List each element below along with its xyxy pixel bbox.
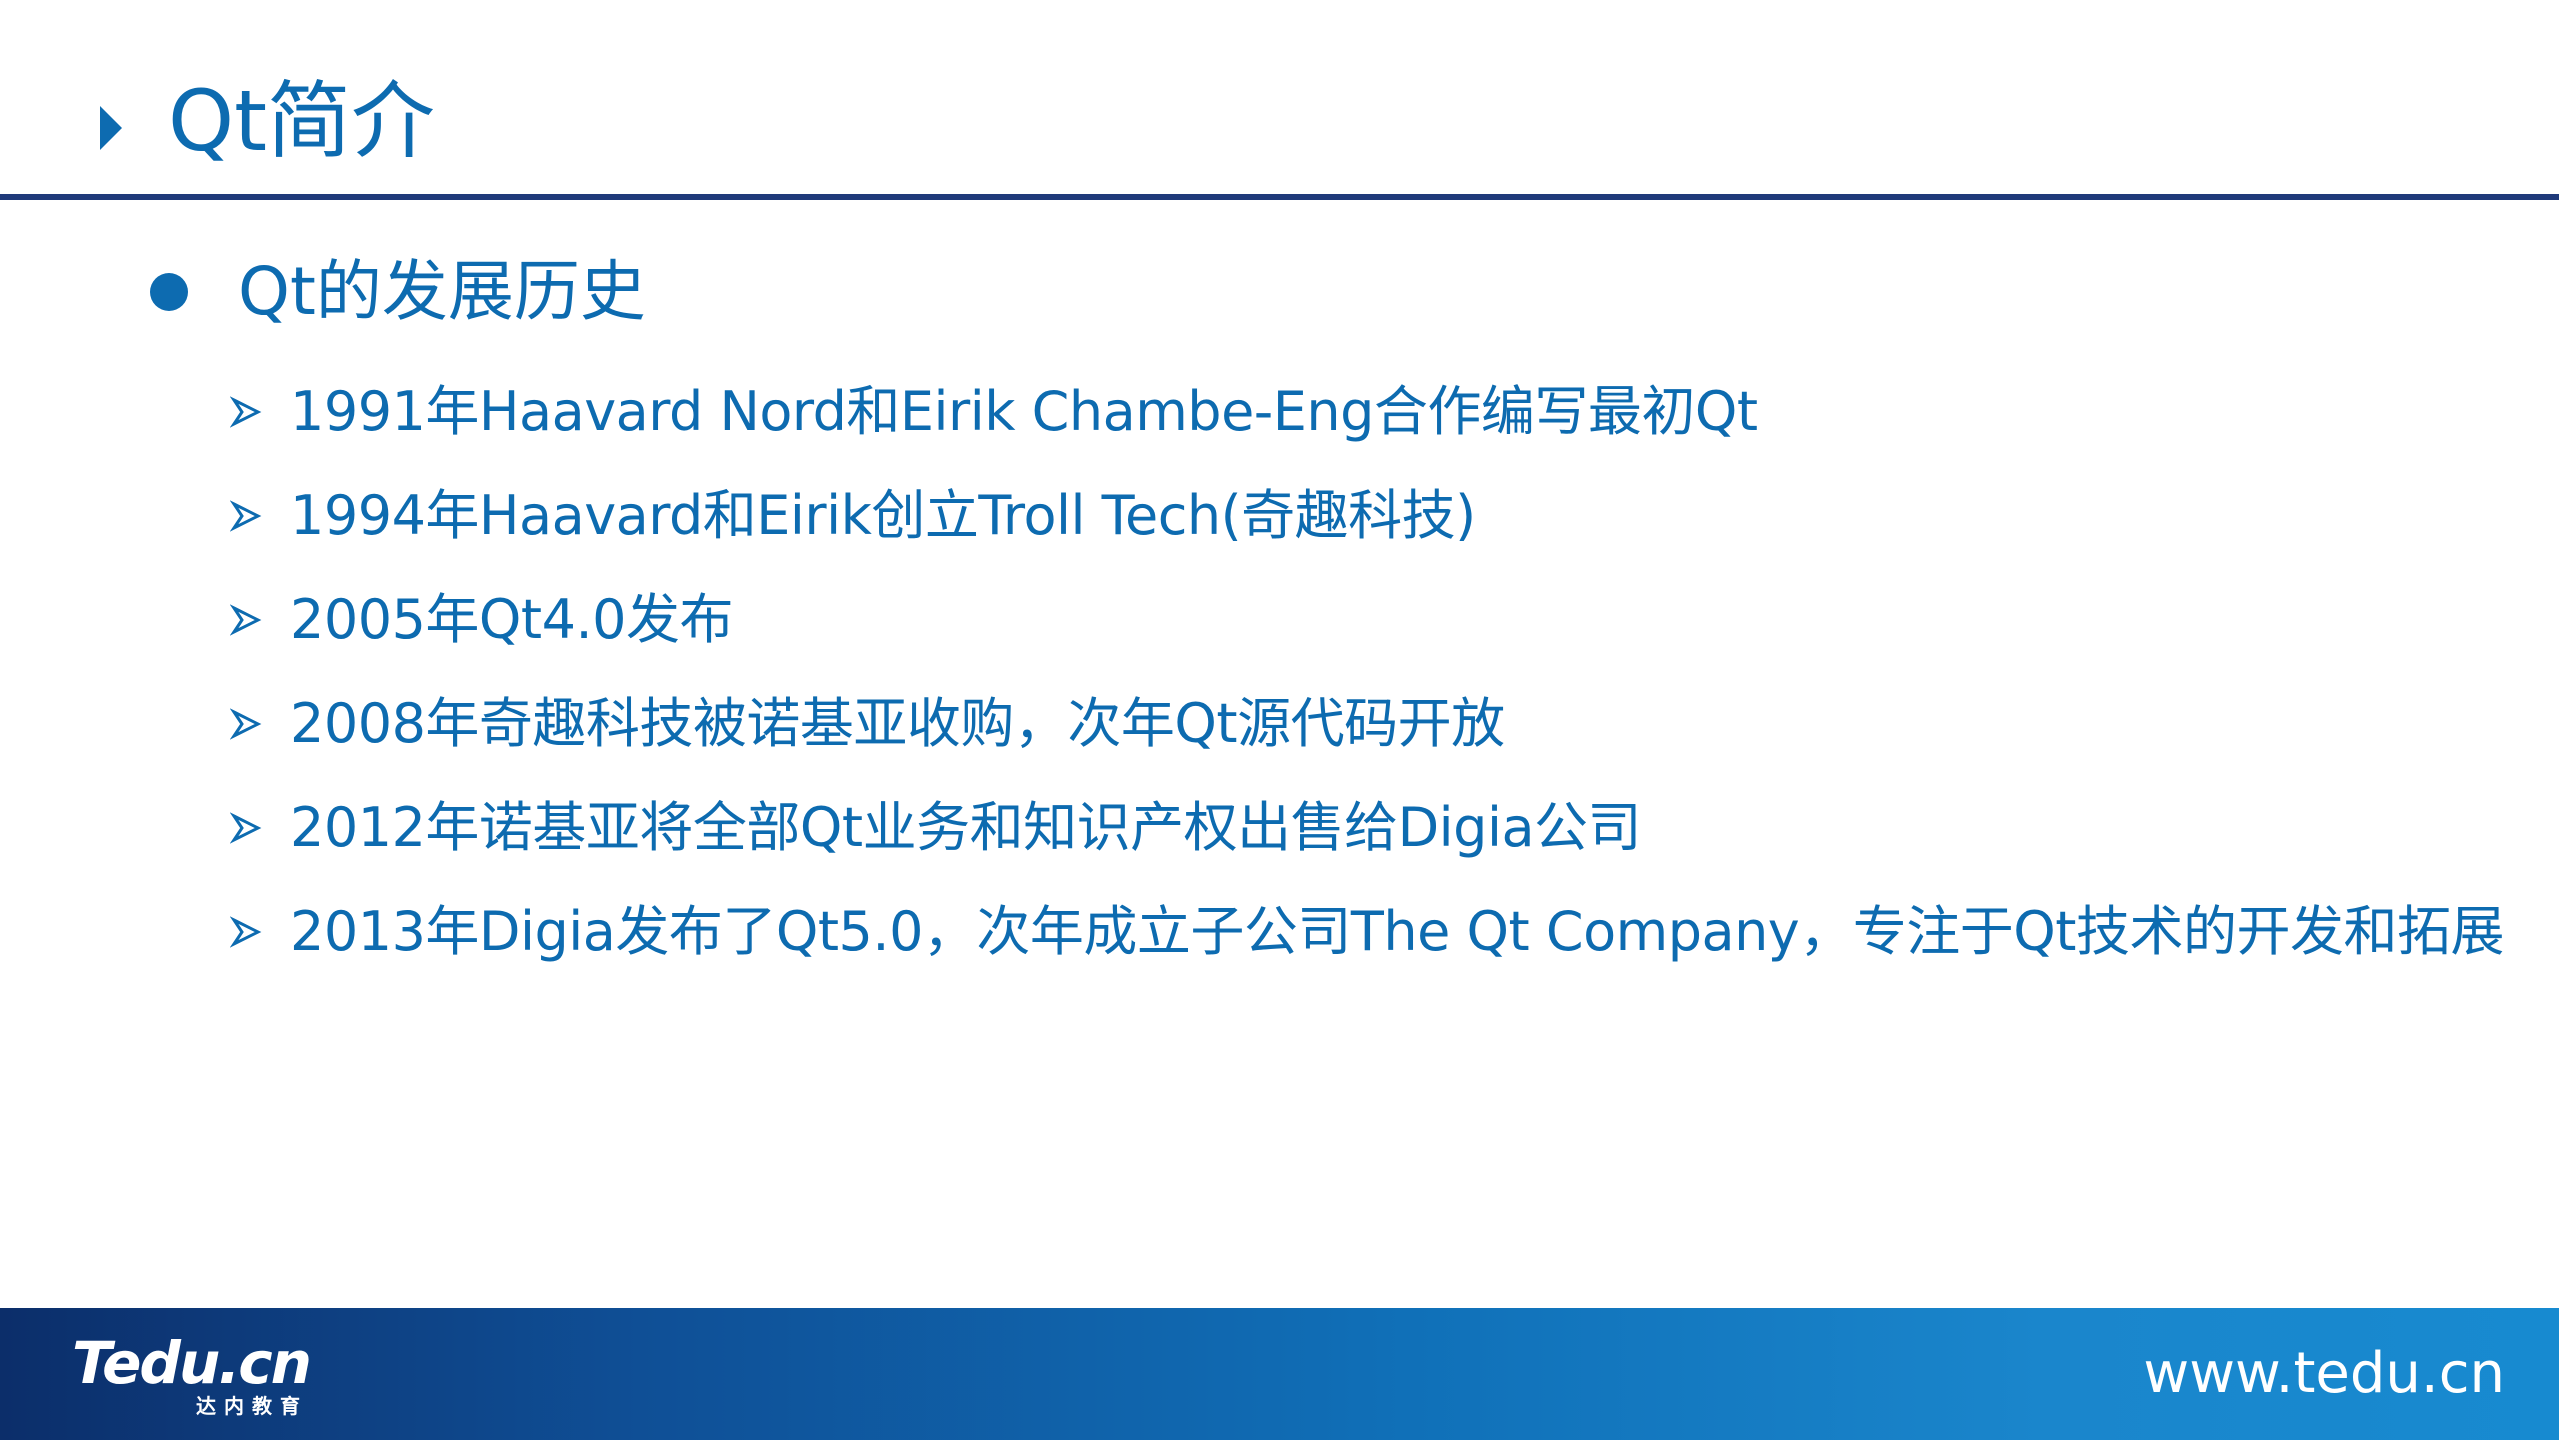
list-item-text: 1994年Haavard和Eirik创立Troll Tech(奇趣科技) xyxy=(290,484,1476,547)
logo-subtitle: 达内教育 xyxy=(196,1394,308,1418)
logo-wordmark: Tedu.cn xyxy=(72,1329,312,1397)
arrowhead-bullet-icon xyxy=(230,500,262,532)
footer-bar: Tedu.cn 达内教育 www.tedu.cn xyxy=(0,1308,2559,1440)
arrowhead-bullet-icon xyxy=(230,396,262,428)
section-heading: Qt的发展历史 xyxy=(238,253,646,330)
list-item: 1991年Haavard Nord和Eirik Chambe-Eng合作编写最初… xyxy=(230,360,2530,464)
filled-circle-icon xyxy=(150,273,188,311)
title-bar: Qt简介 xyxy=(0,0,2559,200)
arrowhead-bullet-icon xyxy=(230,708,262,740)
list-item: 2005年Qt4.0发布 xyxy=(230,568,2530,672)
arrowhead-bullet-icon xyxy=(230,812,262,844)
tedu-logo: Tedu.cn 达内教育 xyxy=(72,1330,332,1430)
title-divider xyxy=(0,194,2559,200)
list-item-text: 1991年Haavard Nord和Eirik Chambe-Eng合作编写最初… xyxy=(290,380,1758,443)
section-heading-row: Qt的发展历史 xyxy=(150,252,646,332)
list-item-text: 2008年奇趣科技被诺基亚收购，次年Qt源代码开放 xyxy=(290,692,1505,755)
arrowhead-bullet-icon xyxy=(230,916,262,948)
history-list: 1991年Haavard Nord和Eirik Chambe-Eng合作编写最初… xyxy=(230,360,2530,984)
footer-url: www.tedu.cn xyxy=(2143,1341,2505,1406)
arrowhead-bullet-icon xyxy=(230,604,262,636)
list-item: 2012年诺基亚将全部Qt业务和知识产权出售给Digia公司 xyxy=(230,776,2530,880)
list-item-text: 2005年Qt4.0发布 xyxy=(290,588,733,651)
triangle-right-icon xyxy=(100,106,122,150)
list-item: 2013年Digia发布了Qt5.0，次年成立子公司The Qt Company… xyxy=(230,880,2530,984)
list-item: 1994年Haavard和Eirik创立Troll Tech(奇趣科技) xyxy=(230,464,2530,568)
page-title: Qt简介 xyxy=(168,72,436,170)
list-item-text: 2013年Digia发布了Qt5.0，次年成立子公司The Qt Company… xyxy=(290,900,2504,963)
list-item-text: 2012年诺基亚将全部Qt业务和知识产权出售给Digia公司 xyxy=(290,796,1642,859)
slide: Qt简介 Qt的发展历史 1991年Haavard Nord和Eirik Cha… xyxy=(0,0,2559,1440)
list-item: 2008年奇趣科技被诺基亚收购，次年Qt源代码开放 xyxy=(230,672,2530,776)
